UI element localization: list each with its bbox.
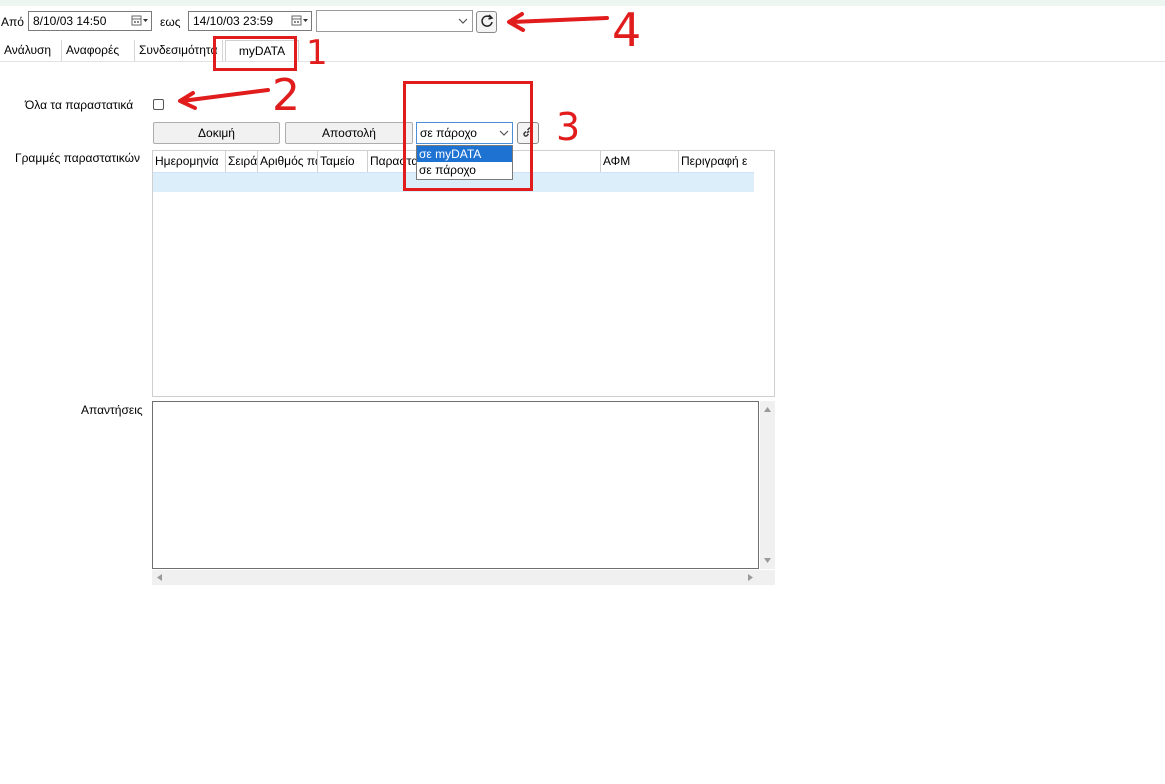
annotation-number-4: 4 bbox=[612, 3, 642, 57]
arrow-icon bbox=[507, 12, 609, 32]
annotation-number-1: 1 bbox=[306, 33, 328, 73]
arrow-icon bbox=[178, 88, 270, 110]
annotation-arrows bbox=[178, 12, 609, 110]
annotation-number-2: 2 bbox=[272, 70, 300, 121]
annotation-number-3: 3 bbox=[556, 105, 581, 149]
